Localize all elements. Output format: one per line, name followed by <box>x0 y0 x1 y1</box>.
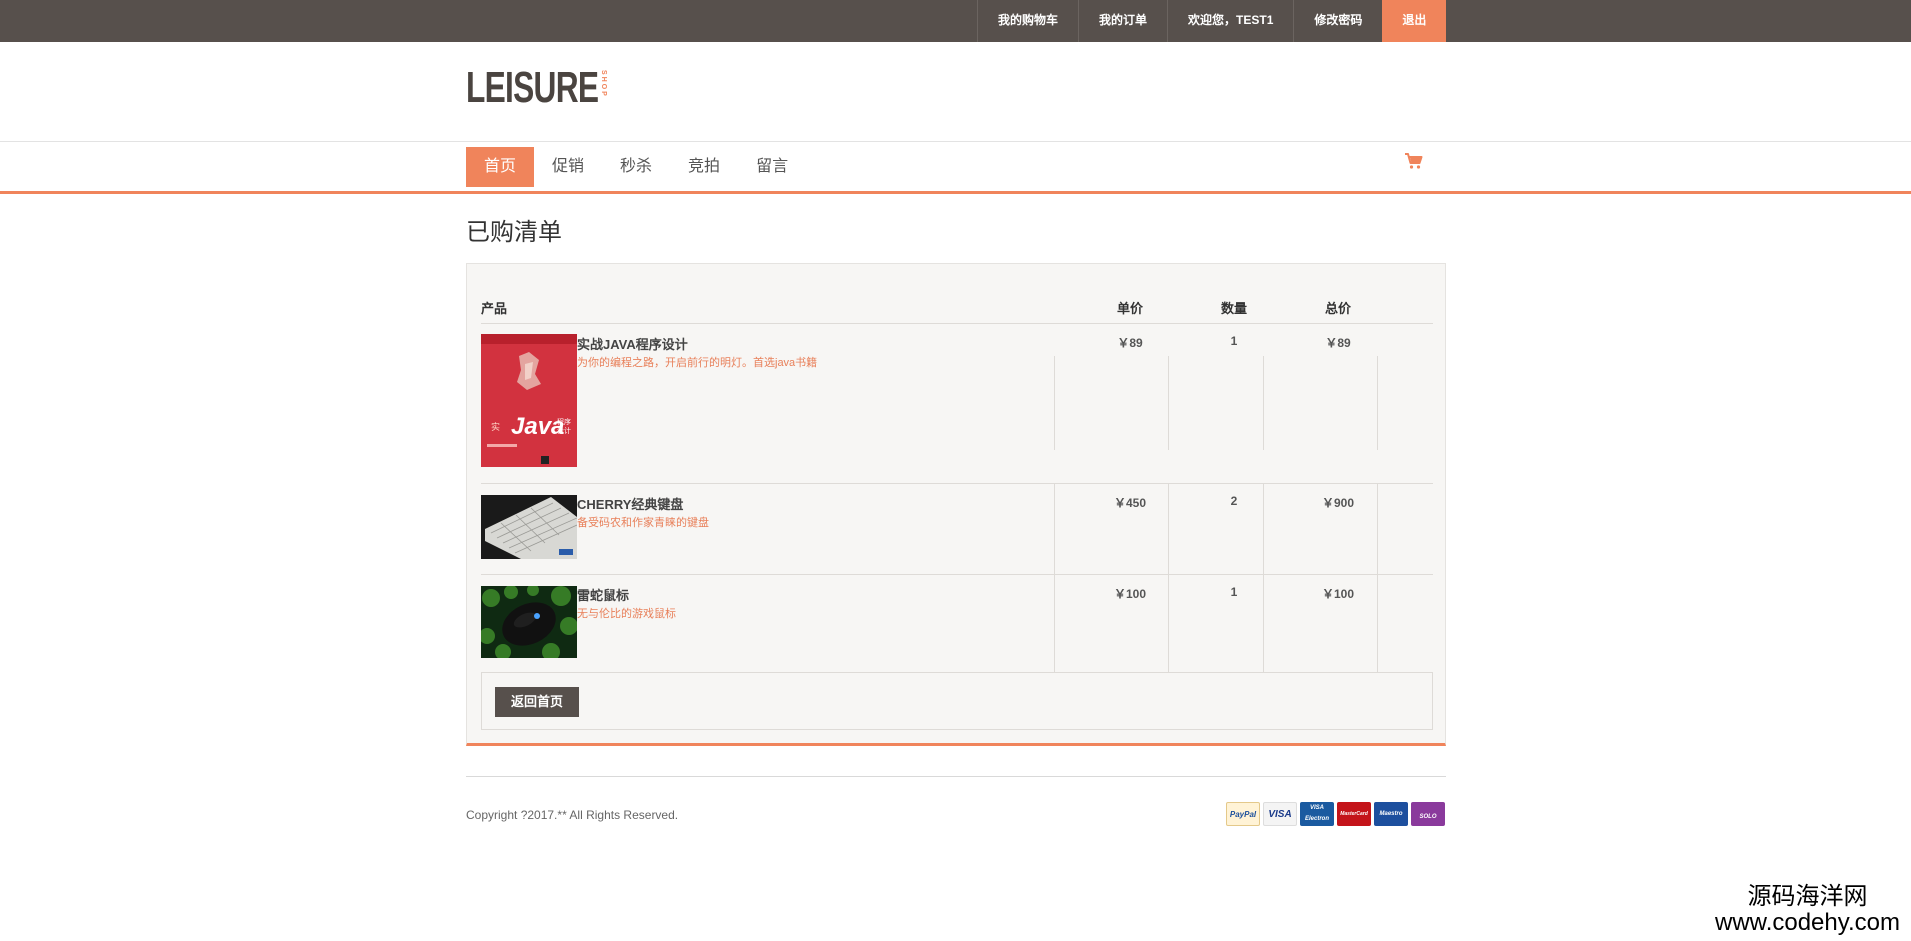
cart-icon[interactable] <box>1404 152 1424 170</box>
column-divider <box>1263 575 1264 673</box>
column-divider <box>1377 356 1378 450</box>
header-total: 总价 <box>1324 301 1351 316</box>
top-nav: 我的购物车 我的订单 欢迎您，TEST1 修改密码 退出 <box>977 0 1447 42</box>
table-row: Java 实 程序 设计 实战JAVA程序设计 为你的编程之路，开启前行的明灯。… <box>481 324 1433 484</box>
column-divider <box>1377 575 1378 673</box>
column-divider <box>1377 484 1378 575</box>
product-quantity: 1 <box>1230 334 1238 348</box>
product-total: ￥100 <box>1321 587 1355 601</box>
table-footer: 返回首页 <box>481 672 1433 730</box>
mastercard-icon: MasterCard <box>1337 802 1371 826</box>
copyright-text: Copyright ?2017.** All Rights Reserved. <box>466 808 679 822</box>
welcome-user-link[interactable]: 欢迎您，TEST1 <box>1167 0 1293 42</box>
product-description: 备受码农和作家青睐的键盘 <box>577 517 709 529</box>
nav-divider <box>0 191 1911 194</box>
column-divider <box>1168 356 1169 450</box>
product-price: ￥450 <box>1113 496 1147 510</box>
header-divider <box>0 141 1911 142</box>
header-quantity: 数量 <box>1220 301 1247 316</box>
my-cart-link[interactable]: 我的购物车 <box>977 0 1078 42</box>
product-name[interactable]: 雷蛇鼠标 <box>577 585 629 604</box>
column-divider <box>1054 484 1055 575</box>
product-price: ￥89 <box>1117 336 1143 350</box>
java-book-image[interactable]: Java 实 程序 设计 <box>481 334 577 467</box>
column-divider <box>1054 575 1055 673</box>
product-quantity: 2 <box>1230 494 1238 508</box>
visa-icon: VISA <box>1263 802 1297 826</box>
main-nav: 首页 促销 秒杀 竞拍 留言 <box>466 147 806 187</box>
product-price: ￥100 <box>1113 587 1147 601</box>
change-password-link[interactable]: 修改密码 <box>1293 0 1382 42</box>
product-description: 无与伦比的游戏鼠标 <box>577 608 676 620</box>
svg-text:实: 实 <box>491 421 500 432</box>
column-divider <box>1168 484 1169 575</box>
table-row: CHERRY经典键盘 备受码农和作家青睐的键盘 ￥450 2 ￥900 <box>481 484 1433 575</box>
table-row: 雷蛇鼠标 无与伦比的游戏鼠标 ￥100 1 ￥100 <box>481 575 1433 673</box>
svg-text:设计: 设计 <box>557 426 571 435</box>
column-divider <box>1054 356 1055 450</box>
product-total: ￥900 <box>1321 496 1355 510</box>
visa-electron-icon: VISA Electron <box>1300 802 1334 826</box>
watermark: 源码海洋网 www.codehy.com <box>1704 884 1911 936</box>
column-divider <box>1263 484 1264 575</box>
nav-item-auction[interactable]: 竞拍 <box>670 147 738 187</box>
product-quantity: 1 <box>1230 585 1238 599</box>
maestro-icon: Maestro <box>1374 802 1408 826</box>
my-orders-link[interactable]: 我的订单 <box>1078 0 1167 42</box>
watermark-title: 源码海洋网 <box>1747 883 1868 910</box>
svg-text:Java: Java <box>511 413 564 440</box>
top-bar <box>0 0 1911 42</box>
product-total: ￥89 <box>1325 336 1351 350</box>
payment-icons: PayPal VISA VISA Electron MasterCard Mae… <box>1226 802 1445 826</box>
back-to-home-button[interactable]: 返回首页 <box>495 687 579 717</box>
column-divider <box>1168 575 1169 673</box>
footer-divider <box>466 776 1446 777</box>
header-price: 单价 <box>1116 301 1143 316</box>
mouse-image[interactable] <box>481 586 577 658</box>
logo-text: LEISURE <box>466 63 599 112</box>
paypal-icon: PayPal <box>1226 802 1260 826</box>
product-description: 为你的编程之路，开启前行的明灯。首选java书籍 <box>577 357 818 369</box>
solo-icon: SOLO <box>1411 802 1445 826</box>
nav-item-message[interactable]: 留言 <box>738 147 806 187</box>
logout-button[interactable]: 退出 <box>1382 0 1447 42</box>
header-product: 产品 <box>481 301 508 316</box>
nav-item-promotion[interactable]: 促销 <box>534 147 602 187</box>
logo-subtext: SHOP <box>600 70 607 98</box>
nav-item-home[interactable]: 首页 <box>466 147 535 187</box>
keyboard-image[interactable] <box>481 495 577 559</box>
order-table: 产品 单价 数量 总价 Java 实 程序 设计 实战JAVA程序设计 为你的编… <box>466 263 1446 746</box>
nav-item-flash-sale[interactable]: 秒杀 <box>602 147 670 187</box>
page-title: 已购清单 <box>466 219 562 246</box>
watermark-url: www.codehy.com <box>1715 909 1900 936</box>
product-name[interactable]: CHERRY经典键盘 <box>577 494 683 513</box>
column-divider <box>1263 356 1264 450</box>
site-logo[interactable]: LEISURE SHOP <box>466 64 607 112</box>
svg-text:程序: 程序 <box>557 417 571 426</box>
product-name[interactable]: 实战JAVA程序设计 <box>577 334 688 353</box>
table-header: 产品 单价 数量 总价 <box>481 288 1433 324</box>
